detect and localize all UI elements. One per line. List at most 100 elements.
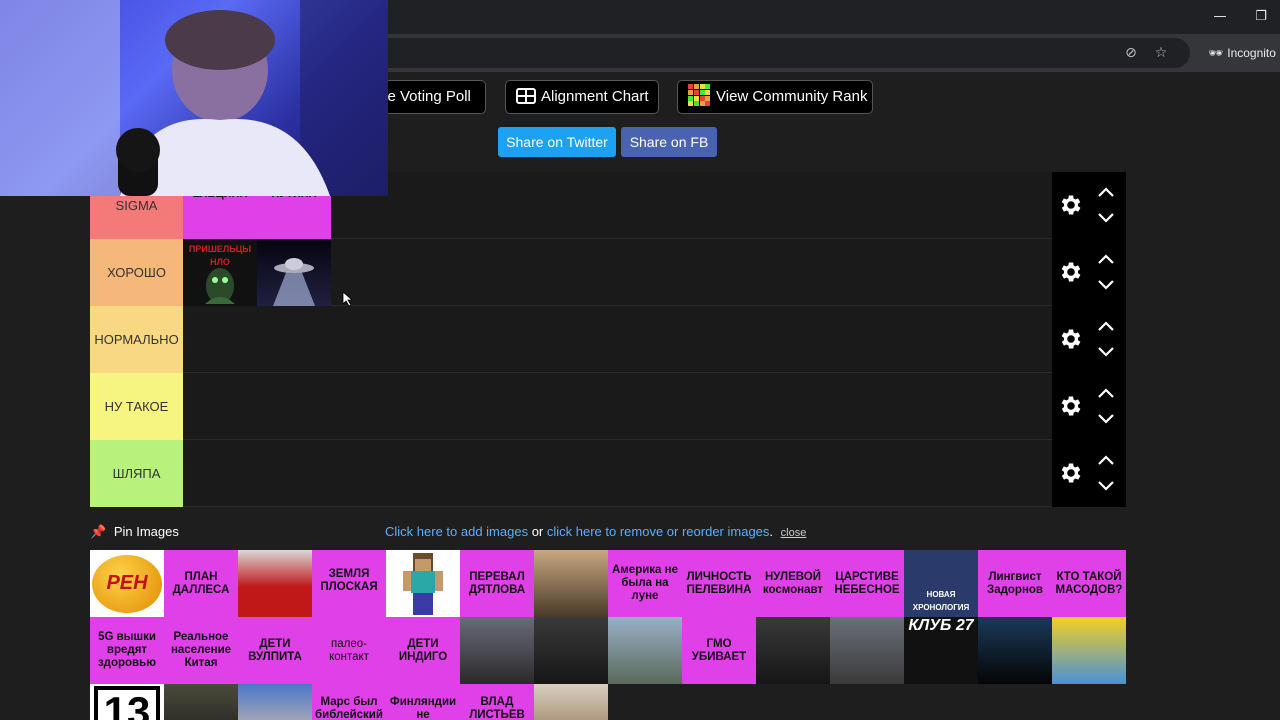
pool-item[interactable]: ЗЕМЛЯ ПЛОСКАЯ [312,550,386,617]
pool-item[interactable]: Реальное население Китая [164,617,238,684]
ranking-grid-icon [688,84,710,106]
pool-item-creature-2[interactable] [830,617,904,684]
chevron-down-icon[interactable] [1096,413,1116,425]
tier-label-hat[interactable]: ШЛЯПА [90,440,183,507]
pool-item[interactable]: ПЕРЕВАЛ ДЯТЛОВА [460,550,534,617]
book-title: НОВАЯ ХРОНОЛОГИЯ [912,590,970,612]
pool-item[interactable]: ВЛАД ЛИСТЬЕВ [460,684,534,720]
gear-icon[interactable] [1058,460,1084,486]
share-fb-label: Share on FB [629,134,709,150]
pool-item[interactable]: ЦАРСТИВЕ НЕБЕСНОЕ [830,550,904,617]
close-link[interactable]: close [781,527,807,539]
pool-item-slenderman[interactable] [534,617,608,684]
pool-item-singer[interactable] [460,617,534,684]
pool-item-minecraft[interactable] [386,550,460,617]
pool-item[interactable]: 5G вышки вредят здоровью [90,617,164,684]
community-rank-label: View Community Rank [716,88,868,105]
pin-images-bar: 📌 Pin Images Click here to add images or… [90,524,1126,546]
pool-item-zuckerberg[interactable] [238,684,312,720]
tier-row-meh: НУ ТАКОЕ [90,373,1126,440]
pool-item[interactable]: ЛИЧНОСТЬ ПЕЛЕВИНА [682,550,756,617]
mouse-cursor-icon [342,291,354,307]
chevron-down-icon[interactable] [1096,480,1116,492]
ren-logo: РЕН [92,554,162,613]
alignment-chart-button[interactable]: Alignment Chart [505,80,659,114]
tier-label-meh[interactable]: НУ ТАКОЕ [90,373,183,440]
tier-items: ПРИШЕЛЬЦЫ НЛО [183,239,331,306]
minecraft-steve-image [403,552,443,615]
restore-icon[interactable]: ❐ [1246,6,1276,28]
or-text: or [528,524,547,539]
tier-label-good[interactable]: ХОРОШО [90,239,183,306]
club27-title: КЛУБ 27 [908,617,974,634]
dot-text: . [769,524,774,539]
omnibox[interactable]: ⊘ ☆ [360,38,1190,68]
tier-row-hat: ШЛЯПА [90,440,1126,507]
thirteen-label: 13 [93,686,161,720]
tier-controls [1052,373,1126,440]
minimize-icon[interactable]: — [1205,6,1235,28]
chevron-up-icon[interactable] [1096,186,1116,198]
gear-icon[interactable] [1058,259,1084,285]
community-rank-button[interactable]: View Community Rank [677,80,873,114]
pool-item[interactable]: палео-контакт [312,617,386,684]
pool-item[interactable]: Лингвист Задорнов [978,550,1052,617]
pool-item[interactable]: ГМО УБИВАЕТ [682,617,756,684]
pool-item-men-in-black[interactable] [978,617,1052,684]
pool-item-new-chronology[interactable]: НОВАЯ ХРОНОЛОГИЯ [904,550,978,617]
tier-controls [1052,239,1126,306]
pin-icon[interactable]: 📌 [90,525,106,540]
pool-item[interactable]: НУЛЕВОЙ космонавт [756,550,830,617]
pool-item-13[interactable]: 13 [90,684,164,720]
tier-label-normal[interactable]: НОРМАЛЬНО [90,306,183,373]
pool-item[interactable]: ДЕТИ ИНДИГО [386,617,460,684]
pool-item[interactable]: Марс был библейский [312,684,386,720]
browser-window: — ❐ ⊘ ☆ 🕶 Incognito ve Voting Poll Alignm… [0,0,1280,720]
remove-images-link[interactable]: click here to remove or reorder images [547,524,770,539]
pool-item-chernobyl[interactable] [608,617,682,684]
image-pool: РЕН ПЛАН ДАЛЛЕСА ЗЕМЛЯ ПЛОСКАЯ ПЕРЕВАЛ Д… [90,550,1126,720]
incognito-label: Incognito [1227,46,1276,60]
pool-item-creature[interactable] [534,550,608,617]
chevron-up-icon[interactable] [1096,320,1116,332]
add-images-link[interactable]: Click here to add images [385,524,528,539]
pool-item[interactable]: ДЕТИ ВУЛПИТА [238,617,312,684]
pool-item-portrait[interactable] [238,550,312,617]
incognito-indicator[interactable]: 🕶 Incognito [1200,39,1280,67]
chevron-down-icon[interactable] [1096,279,1116,291]
share-fb-button[interactable]: Share on FB [621,127,717,157]
webcam-video [0,0,388,196]
pool-item[interactable]: РЕН [90,550,164,617]
pool-item[interactable]: Америка не была на луне [608,550,682,617]
bookmark-star-icon[interactable]: ☆ [1152,45,1170,61]
chevron-up-icon[interactable] [1096,253,1116,265]
webcam-overlay [0,0,388,196]
pool-item-cat[interactable] [164,684,238,720]
tier-controls [1052,306,1126,373]
pool-item[interactable]: КТО ТАКОЙ МАСОДОВ? [1052,550,1126,617]
pool-item-wizard[interactable] [756,617,830,684]
pool-item-simpsons[interactable] [1052,617,1126,684]
tier-item[interactable]: ПРИШЕЛЬЦЫ НЛО [183,239,257,306]
alignment-chart-label: Alignment Chart [541,88,649,105]
share-twitter-button[interactable]: Share on Twitter [498,127,616,157]
gear-icon[interactable] [1058,192,1084,218]
tier-controls [1052,440,1126,507]
gear-icon[interactable] [1058,326,1084,352]
pool-item[interactable]: ПЛАН ДАЛЛЕСА [164,550,238,617]
chevron-down-icon[interactable] [1096,212,1116,224]
tier-controls [1052,172,1126,239]
eye-off-icon[interactable]: ⊘ [1122,45,1140,61]
tier-item[interactable] [257,239,331,306]
gear-icon[interactable] [1058,393,1084,419]
chevron-up-icon[interactable] [1096,454,1116,466]
pool-item-club27[interactable]: КЛУБ 27 [904,617,978,684]
image-links: Click here to add images or click here t… [385,524,806,539]
chevron-down-icon[interactable] [1096,346,1116,358]
tier-row-normal: НОРМАЛЬНО [90,306,1126,373]
chevron-up-icon[interactable] [1096,387,1116,399]
pool-item[interactable]: Финляндии не [386,684,460,720]
tier-list: SIGMA ДВОИНИКИ ЕЛЬЦИНА ДВОИНИКИ ПУТИНА Х… [90,172,1126,507]
pool-item-portrait-2[interactable] [534,684,608,720]
pin-images-label[interactable]: Pin Images [114,524,179,539]
